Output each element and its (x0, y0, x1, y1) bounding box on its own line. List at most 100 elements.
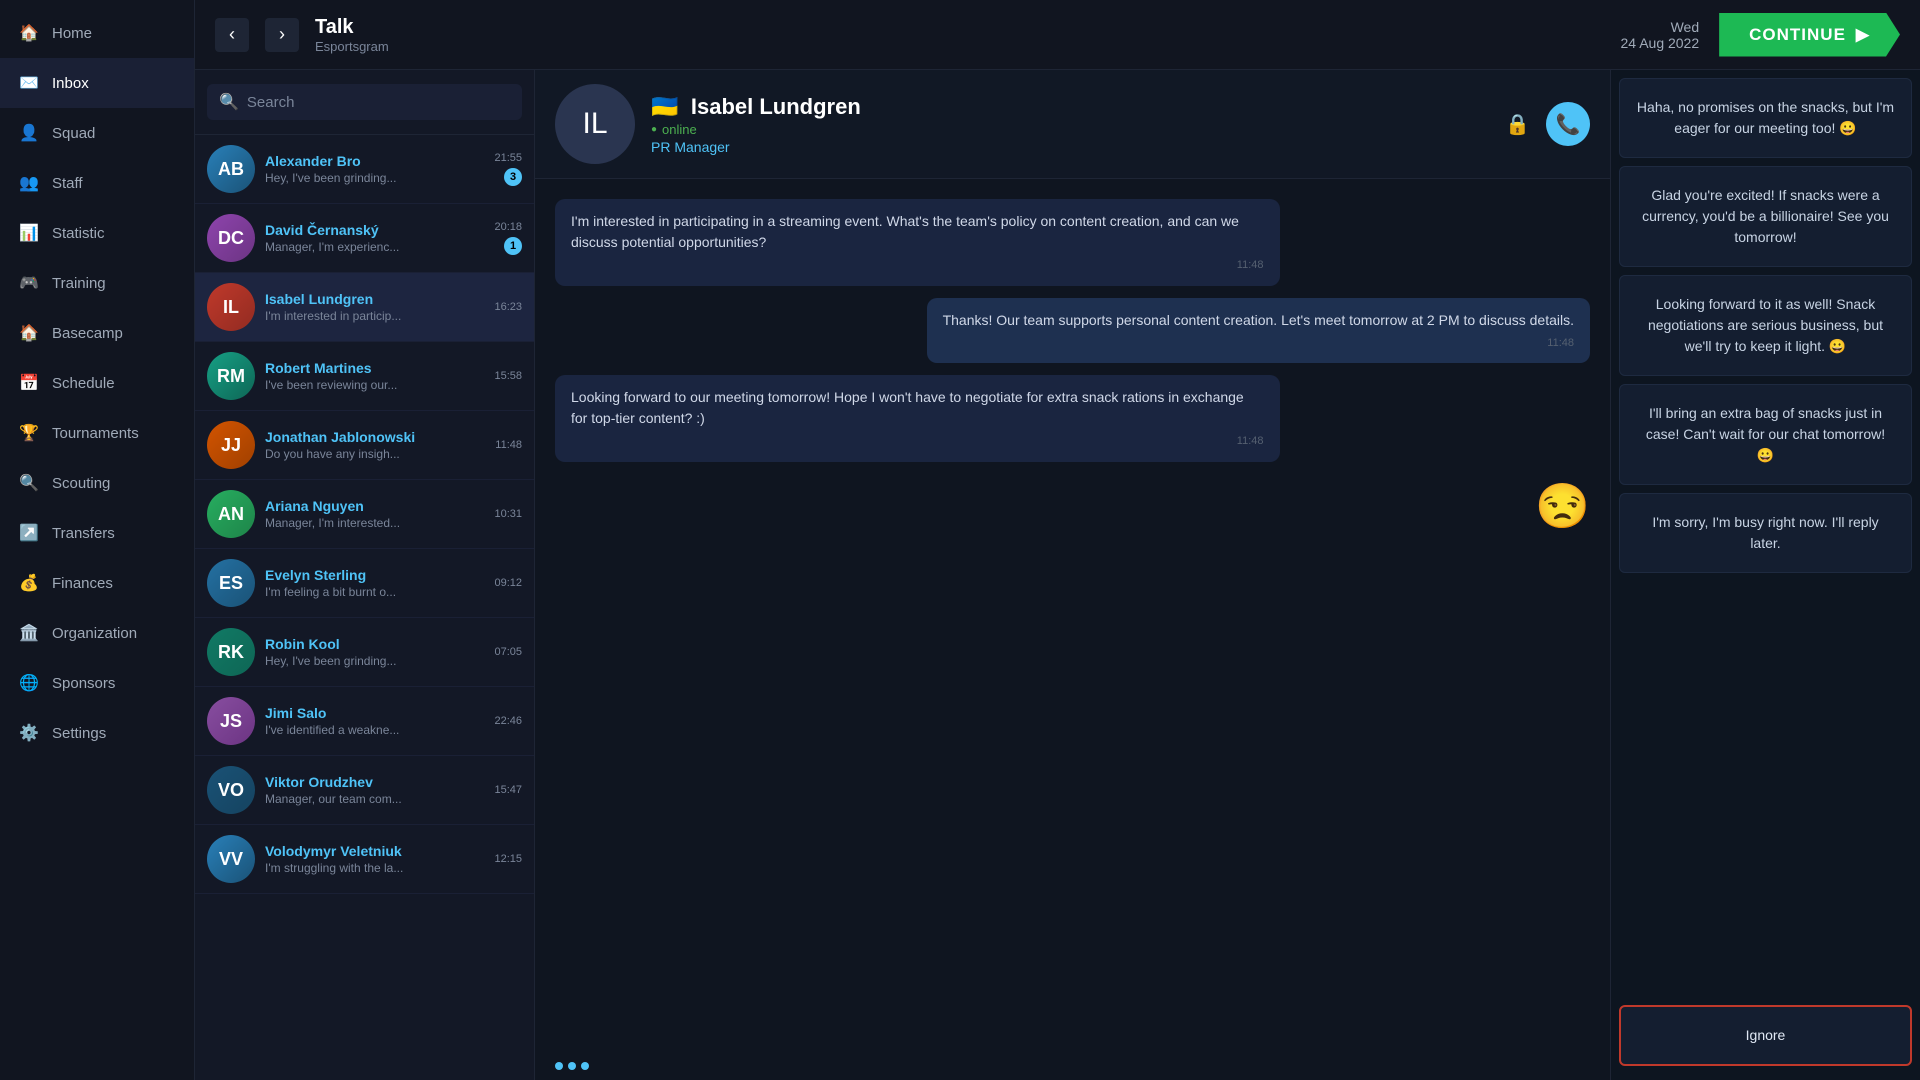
sidebar-item-squad[interactable]: 👤 Squad (0, 108, 194, 158)
avatar: VV (207, 835, 255, 883)
inbox-info: Viktor Orudzhev Manager, our team com... (265, 774, 484, 806)
nav-label: Basecamp (52, 325, 123, 342)
chat-user-name-row: 🇺🇦 Isabel Lundgren (651, 94, 1489, 120)
search-input-wrap[interactable]: 🔍 (207, 84, 522, 120)
nav-icon-staff: 👥 (18, 172, 40, 194)
inbox-item[interactable]: JS Jimi Salo I've identified a weakne...… (195, 687, 534, 756)
topbar-left: ‹ › Talk Esportsgram (215, 16, 389, 54)
inbox-info: Alexander Bro Hey, I've been grinding... (265, 153, 484, 185)
inbox-meta: 15:47 (494, 784, 522, 796)
search-input[interactable] (247, 94, 510, 111)
message-time: 15:47 (494, 784, 522, 796)
main-area: ‹ › Talk Esportsgram Wed 24 Aug 2022 CON… (195, 0, 1920, 1080)
forward-button[interactable]: › (265, 18, 299, 52)
typing-dot-2 (568, 1062, 576, 1070)
sidebar-item-basecamp[interactable]: 🏠 Basecamp (0, 308, 194, 358)
chat-user-status: online (651, 122, 1489, 137)
contact-name: Alexander Bro (265, 153, 484, 169)
inbox-list: AB Alexander Bro Hey, I've been grinding… (195, 135, 534, 1080)
date-display: Wed 24 Aug 2022 (1621, 19, 1700, 51)
nav-label: Squad (52, 125, 95, 142)
continue-label: CONTINUE (1749, 25, 1846, 45)
message-preview: I'm struggling with the la... (265, 861, 484, 875)
avatar: IL (207, 283, 255, 331)
nav-icon-scouting: 🔍 (18, 472, 40, 494)
message-preview: I'm interested in particip... (265, 309, 484, 323)
sidebar-item-settings[interactable]: ⚙️ Settings (0, 708, 194, 758)
message-time: 22:46 (494, 715, 522, 727)
nav-icon-training: 🎮 (18, 272, 40, 294)
message-text: Looking forward to our meeting tomorrow!… (571, 389, 1244, 426)
inbox-item[interactable]: AN Ariana Nguyen Manager, I'm interested… (195, 480, 534, 549)
message-time: 21:55 (494, 152, 522, 164)
inbox-item[interactable]: VO Viktor Orudzhev Manager, our team com… (195, 756, 534, 825)
sidebar-item-schedule[interactable]: 📅 Schedule (0, 358, 194, 408)
inbox-item[interactable]: ES Evelyn Sterling I'm feeling a bit bur… (195, 549, 534, 618)
phone-button[interactable]: 📞 (1546, 102, 1590, 146)
sidebar-item-sponsors[interactable]: 🌐 Sponsors (0, 658, 194, 708)
message-text: Thanks! Our team supports personal conte… (943, 312, 1574, 328)
sidebar: 🏠 Home✉️ Inbox👤 Squad👥 Staff📊 Statistic🎮… (0, 0, 195, 1080)
sidebar-item-training[interactable]: 🎮 Training (0, 258, 194, 308)
inbox-item[interactable]: VV Volodymyr Veletniuk I'm struggling wi… (195, 825, 534, 894)
topbar-right: Wed 24 Aug 2022 CONTINUE ▶ (1621, 13, 1901, 57)
sidebar-item-statistic[interactable]: 📊 Statistic (0, 208, 194, 258)
sidebar-item-scouting[interactable]: 🔍 Scouting (0, 458, 194, 508)
sidebar-item-finances[interactable]: 💰 Finances (0, 558, 194, 608)
nav-icon-tournaments: 🏆 (18, 422, 40, 444)
chat-header: IL 🇺🇦 Isabel Lundgren online PR Manager … (535, 70, 1610, 179)
inbox-item[interactable]: RM Robert Martines I've been reviewing o… (195, 342, 534, 411)
contact-name: Ariana Nguyen (265, 498, 484, 514)
message-text: I'm interested in participating in a str… (571, 213, 1239, 250)
message-preview: I'm feeling a bit burnt o... (265, 585, 484, 599)
inbox-item[interactable]: DC David Černanský Manager, I'm experien… (195, 204, 534, 273)
nav-label: Training (52, 275, 106, 292)
nav-icon-schedule: 📅 (18, 372, 40, 394)
response-option[interactable]: Haha, no promises on the snacks, but I'm… (1619, 78, 1912, 158)
message-preview: Manager, our team com... (265, 792, 484, 806)
message-timestamp: 11:48 (943, 335, 1574, 352)
inbox-meta: 10:31 (494, 508, 522, 520)
chat-user-role: PR Manager (651, 139, 1489, 155)
nav-label: Finances (52, 575, 113, 592)
sidebar-item-staff[interactable]: 👥 Staff (0, 158, 194, 208)
inbox-item[interactable]: AB Alexander Bro Hey, I've been grinding… (195, 135, 534, 204)
inbox-meta: 07:05 (494, 646, 522, 658)
inbox-meta: 20:18 1 (494, 221, 522, 255)
contact-name: Viktor Orudzhev (265, 774, 484, 790)
inbox-meta: 12:15 (494, 853, 522, 865)
message-time: 20:18 (494, 221, 522, 233)
sidebar-item-inbox[interactable]: ✉️ Inbox (0, 58, 194, 108)
message-time: 07:05 (494, 646, 522, 658)
avatar: JJ (207, 421, 255, 469)
continue-button[interactable]: CONTINUE ▶ (1719, 13, 1900, 57)
nav-label: Inbox (52, 75, 89, 92)
inbox-info: Volodymyr Veletniuk I'm struggling with … (265, 843, 484, 875)
nav-label: Scouting (52, 475, 110, 492)
response-option[interactable]: Looking forward to it as well! Snack neg… (1619, 275, 1912, 376)
sidebar-item-organization[interactable]: 🏛️ Organization (0, 608, 194, 658)
inbox-meta: 21:55 3 (494, 152, 522, 186)
inbox-item[interactable]: RK Robin Kool Hey, I've been grinding...… (195, 618, 534, 687)
inbox-item[interactable]: IL Isabel Lundgren I'm interested in par… (195, 273, 534, 342)
sidebar-item-home[interactable]: 🏠 Home (0, 8, 194, 58)
chat-user-name: Isabel Lundgren (691, 94, 861, 119)
inbox-meta: 15:58 (494, 370, 522, 382)
sidebar-item-transfers[interactable]: ↗️ Transfers (0, 508, 194, 558)
avatar: ES (207, 559, 255, 607)
ignore-button[interactable]: Ignore (1619, 1005, 1912, 1066)
response-option[interactable]: I'll bring an extra bag of snacks just i… (1619, 384, 1912, 485)
contact-name: Jonathan Jablonowski (265, 429, 485, 445)
nav-label: Home (52, 25, 92, 42)
avatar: RM (207, 352, 255, 400)
message-preview: Hey, I've been grinding... (265, 171, 484, 185)
back-button[interactable]: ‹ (215, 18, 249, 52)
nav-icon-basecamp: 🏠 (18, 322, 40, 344)
response-option[interactable]: Glad you're excited! If snacks were a cu… (1619, 166, 1912, 267)
inbox-item[interactable]: JJ Jonathan Jablonowski Do you have any … (195, 411, 534, 480)
message-time: 10:31 (494, 508, 522, 520)
sidebar-item-tournaments[interactable]: 🏆 Tournaments (0, 408, 194, 458)
message-timestamp: 11:48 (571, 433, 1264, 450)
avatar: AN (207, 490, 255, 538)
response-option[interactable]: I'm sorry, I'm busy right now. I'll repl… (1619, 493, 1912, 573)
